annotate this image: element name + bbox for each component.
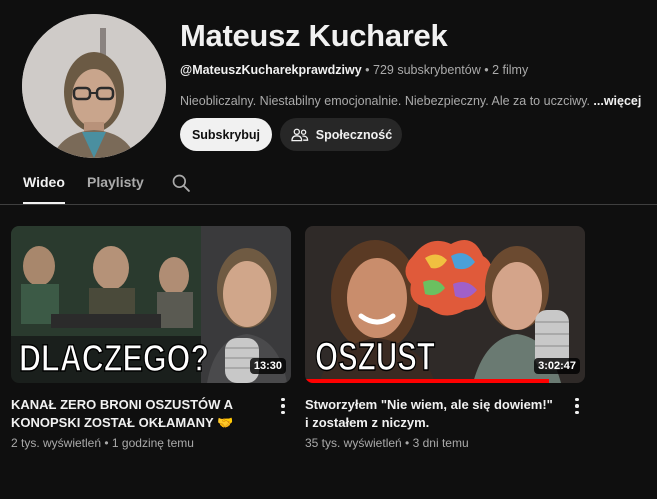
stats-separator: • [405, 436, 413, 450]
video-stats: 35 tys. wyświetleń • 3 dni temu [305, 436, 469, 450]
channel-name: Mateusz Kucharek [180, 18, 448, 53]
handshake-emoji: 🤝 [217, 415, 234, 430]
video-title[interactable]: Stworzyłem "Nie wiem, ale się dowiem!" i… [305, 396, 557, 432]
stats-separator: • [104, 436, 112, 450]
video-stats: 2 tys. wyświetleń • 1 godzinę temu [11, 436, 194, 450]
subscribe-button[interactable]: Subskrybuj [180, 118, 272, 151]
view-count: 2 tys. wyświetleń [11, 436, 102, 450]
video-duration: 3:02:47 [534, 358, 580, 374]
avatar-image [22, 14, 166, 158]
upload-age: 1 godzinę temu [111, 436, 194, 450]
tab-playlisty[interactable]: Playlisty [87, 174, 144, 190]
video-title-text: KANAŁ ZERO BRONI OSZUSTÓW A KONOPSKI ZOS… [11, 397, 233, 430]
video-card[interactable]: OSZUST 3:02:47 Stworzyłem "Nie wiem, ale… [305, 226, 585, 450]
channel-tabs: Wideo Playlisty [0, 164, 657, 205]
more-link[interactable]: ...więcej [593, 94, 641, 108]
community-label: Społeczność [315, 127, 393, 142]
search-icon[interactable] [171, 173, 191, 193]
meta-separator: • [484, 63, 493, 77]
video-count: 2 filmy [492, 63, 529, 77]
view-count: 35 tys. wyświetleń [305, 436, 402, 450]
video-thumbnail[interactable]: DLACZEGO? 13:30 [11, 226, 291, 383]
upload-age: 3 dni temu [412, 436, 469, 450]
description-text: Nieobliczalny. Niestabilny emocjonalnie.… [180, 94, 590, 108]
meta-separator: • [365, 63, 374, 77]
channel-meta: @MateuszKucharekprawdziwy • 729 subskryb… [180, 63, 528, 77]
video-card[interactable]: DLACZEGO? 13:30 KANAŁ ZERO BRONI OSZUSTÓ… [11, 226, 291, 450]
video-duration: 13:30 [249, 358, 286, 374]
channel-avatar[interactable] [22, 14, 166, 158]
more-actions-icon[interactable] [275, 396, 291, 416]
more-actions-icon[interactable] [569, 396, 585, 416]
thumbnail-text: DLACZEGO? [19, 338, 209, 380]
thumbnail-image: DLACZEGO? [11, 226, 291, 383]
channel-description[interactable]: Nieobliczalny. Niestabilny emocjonalnie.… [180, 94, 641, 108]
thumbnail-text: OSZUST [315, 335, 435, 379]
subscriber-count: 729 subskrybentów [373, 63, 481, 77]
community-icon [291, 128, 309, 141]
community-button[interactable]: Społeczność [280, 118, 402, 151]
video-title[interactable]: KANAŁ ZERO BRONI OSZUSTÓW A KONOPSKI ZOS… [11, 396, 263, 432]
tab-wideo[interactable]: Wideo [23, 174, 65, 204]
watch-progress-bar [305, 379, 549, 383]
channel-handle: @MateuszKucharekprawdziwy [180, 63, 362, 77]
video-thumbnail[interactable]: OSZUST 3:02:47 [305, 226, 585, 383]
